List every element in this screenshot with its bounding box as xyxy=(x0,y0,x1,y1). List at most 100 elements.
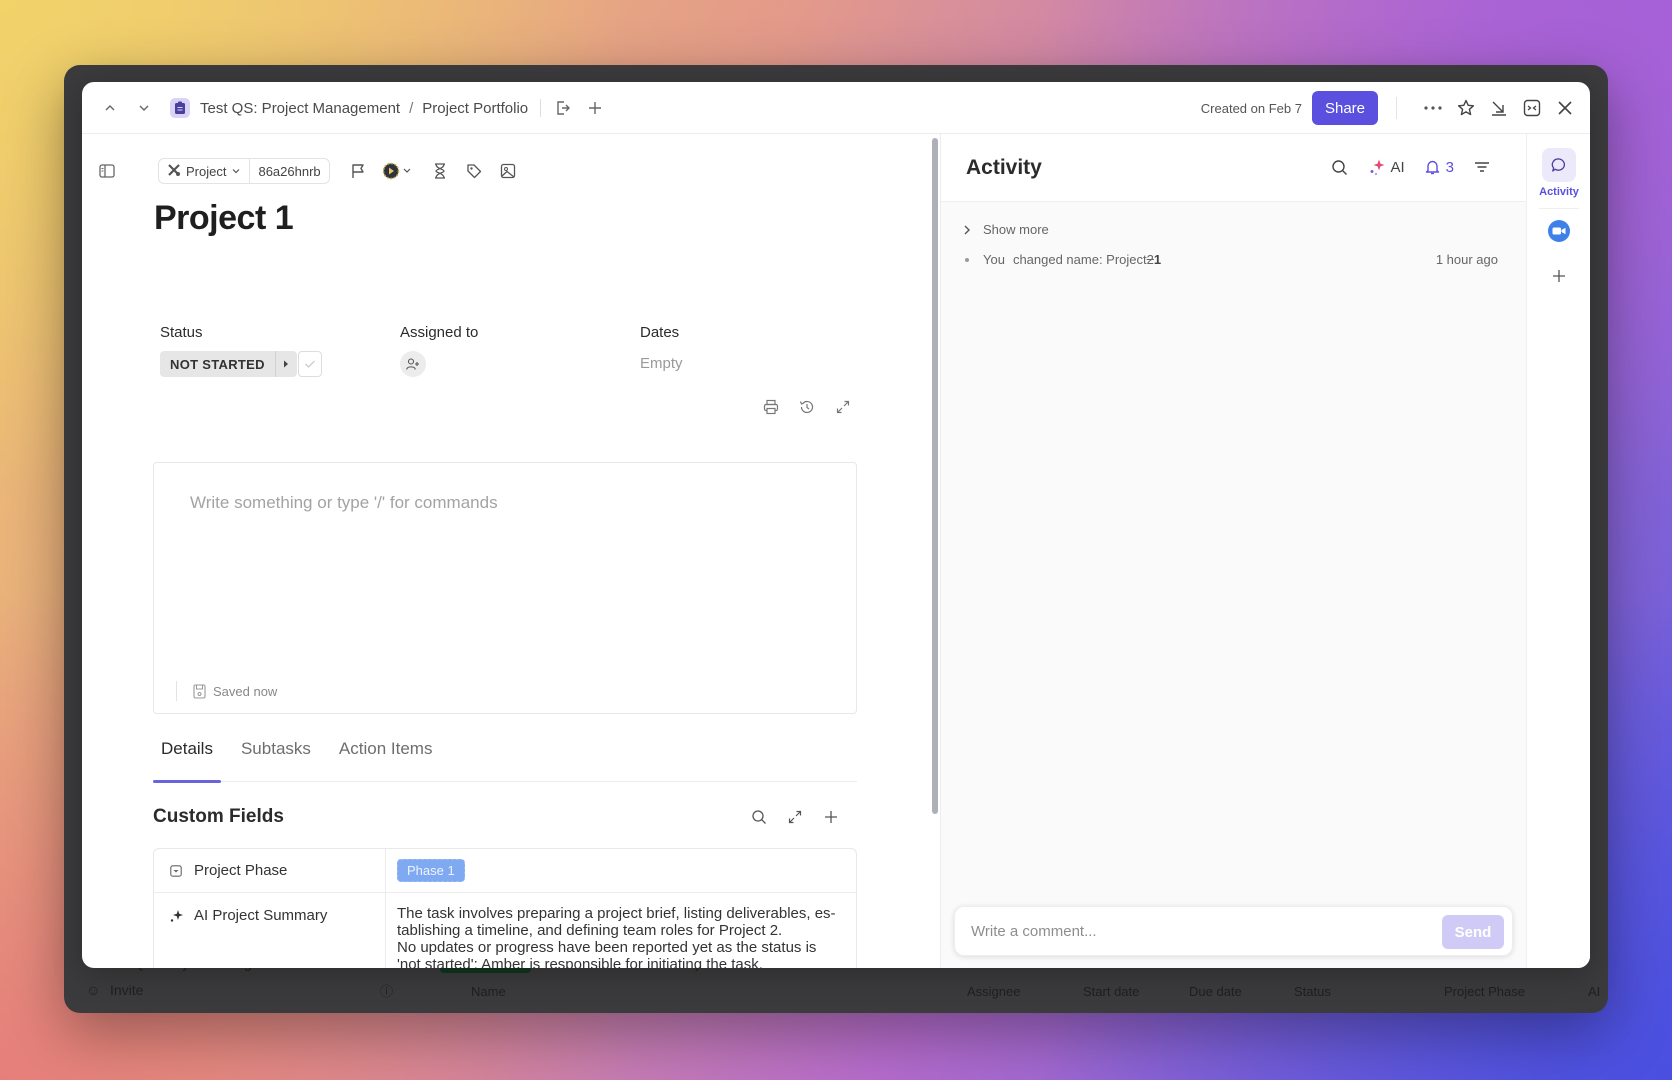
close-icon[interactable] xyxy=(1554,97,1576,119)
phase-tag[interactable]: Phase 1 xyxy=(397,859,465,882)
topbar-divider xyxy=(1396,97,1397,119)
editor-toolbar xyxy=(762,398,852,416)
notifications-button[interactable]: 3 xyxy=(1425,156,1454,178)
checkmark-icon xyxy=(305,360,315,368)
custom-field-name: Project Phase xyxy=(154,849,386,892)
status-dropdown[interactable]: NOT STARTED xyxy=(160,351,297,377)
comment-input[interactable] xyxy=(971,907,1411,955)
user-plus-icon xyxy=(406,358,419,370)
sidebar-toggle-icon[interactable] xyxy=(98,162,116,180)
ai-sparkle-icon xyxy=(168,907,184,925)
status-label: Status xyxy=(160,324,203,341)
add-rail-item-plus-icon[interactable] xyxy=(1549,266,1569,286)
background-invite: Invite xyxy=(110,982,144,998)
background-col-project-phase: Project Phase xyxy=(1444,984,1525,999)
task-type-selector[interactable]: Project xyxy=(159,159,249,183)
chevron-down-icon xyxy=(233,169,240,174)
description-editor[interactable]: Write something or type '/' for commands… xyxy=(153,462,857,714)
tag-icon[interactable] xyxy=(464,161,484,181)
background-col-due-date: Due date xyxy=(1189,984,1242,999)
activity-item: You changed name: Project 2 1 1 hour ago xyxy=(965,252,1498,267)
chevron-right-icon xyxy=(964,225,970,234)
modal-topbar: Test QS: Project Management / Project Po… xyxy=(82,82,1590,134)
breadcrumb-separator: / xyxy=(409,99,414,117)
background-col-assignee: Assignee xyxy=(967,984,1021,999)
background-help-icon: ⓘ xyxy=(380,984,394,999)
expand-fields-icon[interactable] xyxy=(786,808,804,826)
main-scrollbar[interactable] xyxy=(932,138,938,814)
custom-fields-table: Project Phase Phase 1 AI Project Summary… xyxy=(153,848,857,968)
custom-field-value[interactable]: The task involves preparing a project br… xyxy=(386,893,856,968)
activity-panel: Activity AI 3 Show more You changed name… xyxy=(941,134,1526,968)
description-placeholder: Write something or type '/' for commands xyxy=(190,493,498,512)
add-icon[interactable] xyxy=(585,98,605,118)
previous-task-chevron-up-icon[interactable] xyxy=(100,98,120,118)
task-modal: Test QS: Project Management / Project Po… xyxy=(82,82,1590,968)
expand-editor-icon[interactable] xyxy=(834,398,852,416)
time-estimate-hourglass-icon[interactable] xyxy=(430,161,450,181)
minimize-arrow-icon[interactable] xyxy=(1488,97,1510,119)
task-toolbar: Project 86a26hnrb xyxy=(98,158,518,184)
next-status-arrow-icon[interactable] xyxy=(274,351,297,377)
background-col-ai: AI xyxy=(1588,984,1601,999)
video-call-icon[interactable] xyxy=(1548,220,1570,242)
bell-icon xyxy=(1425,160,1439,175)
activity-new-value: 1 xyxy=(1153,252,1162,267)
right-rail: Activity xyxy=(1526,134,1590,968)
notification-count: 3 xyxy=(1445,158,1454,176)
rail-divider xyxy=(1539,208,1579,209)
task-id[interactable]: 86a26hnrb xyxy=(249,159,328,183)
task-type-pill: Project 86a26hnrb xyxy=(158,158,330,184)
saved-text: Saved now xyxy=(213,683,278,699)
priority-flag-icon[interactable] xyxy=(348,161,368,181)
breadcrumb-list[interactable]: Project Portfolio xyxy=(422,100,528,117)
activity-title: Activity xyxy=(966,156,1042,179)
rail-activity-button[interactable] xyxy=(1542,148,1576,182)
tab-details[interactable]: Details xyxy=(153,734,221,783)
custom-field-value[interactable]: Phase 1 xyxy=(386,849,856,892)
breadcrumb: Test QS: Project Management / Project Po… xyxy=(170,82,605,134)
move-task-icon[interactable] xyxy=(553,98,573,118)
history-clock-icon[interactable] xyxy=(798,398,816,416)
search-fields-icon[interactable] xyxy=(750,808,768,826)
custom-fields-actions xyxy=(750,808,840,826)
task-main-panel: Project 86a26hnrb Project 1 Status Assig… xyxy=(82,134,940,968)
activity-bullet xyxy=(965,257,969,262)
collapse-panel-icon[interactable] xyxy=(1521,97,1543,119)
breadcrumb-workspace[interactable]: Test QS: Project Management xyxy=(200,100,400,117)
saved-divider xyxy=(176,681,177,701)
comment-box: Send xyxy=(954,906,1513,956)
add-assignee-button[interactable] xyxy=(400,351,426,377)
custom-field-name: AI Project Summary xyxy=(154,893,386,968)
add-field-plus-icon[interactable] xyxy=(822,808,840,826)
custom-field-row: AI Project Summary The task involves pre… xyxy=(154,893,856,968)
background-column-header: ☺ Invite ⓘ Name Assignee Start date Due … xyxy=(64,968,1608,1013)
activity-actor: You xyxy=(983,252,1005,267)
send-button[interactable]: Send xyxy=(1442,915,1504,949)
next-task-chevron-down-icon[interactable] xyxy=(134,98,154,118)
share-button[interactable]: Share xyxy=(1311,91,1378,125)
ai-sparkle-icon xyxy=(1370,159,1385,175)
status-value: NOT STARTED xyxy=(170,356,265,372)
cover-image-icon[interactable] xyxy=(498,161,518,181)
activity-action: changed name: Project xyxy=(1012,252,1147,267)
show-more-button[interactable]: Show more xyxy=(963,222,1049,237)
tab-action-items[interactable]: Action Items xyxy=(331,734,441,782)
filter-icon[interactable] xyxy=(1474,156,1490,178)
background-col-name: Name xyxy=(471,984,506,999)
mark-complete-checkbox[interactable] xyxy=(298,351,322,377)
activity-header: Activity AI 3 xyxy=(941,134,1526,202)
search-activity-icon[interactable] xyxy=(1331,156,1348,178)
more-options-icon[interactable] xyxy=(1422,97,1444,119)
sprint-status-icon[interactable] xyxy=(382,161,416,181)
ai-button[interactable]: AI xyxy=(1368,156,1405,178)
dates-value[interactable]: Empty xyxy=(640,355,683,372)
tab-subtasks[interactable]: Subtasks xyxy=(233,734,319,782)
background-invite-icon: ☺ xyxy=(86,982,101,998)
task-title[interactable]: Project 1 xyxy=(154,199,294,238)
print-icon[interactable] xyxy=(762,398,780,416)
assigned-to-label: Assigned to xyxy=(400,324,479,341)
chat-bubble-icon xyxy=(1551,158,1565,172)
dates-label: Dates xyxy=(640,324,680,341)
star-favorite-icon[interactable] xyxy=(1455,97,1477,119)
